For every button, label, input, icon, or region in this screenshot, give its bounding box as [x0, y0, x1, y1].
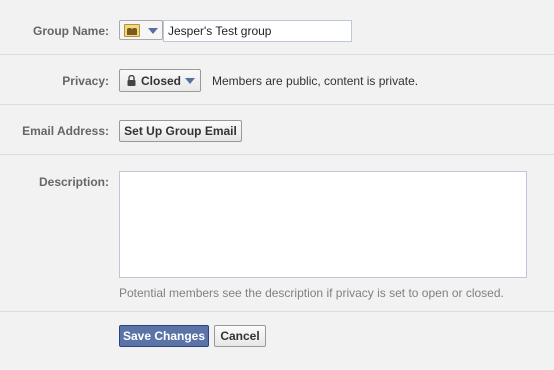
dropdown-caret-icon — [185, 78, 195, 84]
description-textarea[interactable] — [119, 171, 527, 278]
cancel-button[interactable]: Cancel — [214, 325, 266, 347]
privacy-dropdown[interactable]: Closed — [119, 69, 201, 92]
privacy-description: Members are public, content is private. — [212, 74, 419, 88]
description-label: Description: — [38, 175, 109, 189]
divider — [0, 154, 554, 155]
divider — [0, 104, 554, 105]
dropdown-caret-icon — [148, 28, 158, 34]
privacy-label: Privacy: — [62, 74, 109, 88]
lock-icon — [127, 75, 136, 86]
set-up-group-email-button[interactable]: Set Up Group Email — [119, 120, 242, 142]
group-icon-picker[interactable] — [119, 20, 163, 40]
description-help-text: Potential members see the description if… — [119, 286, 504, 300]
email-address-label: Email Address: — [22, 124, 109, 138]
divider — [0, 311, 554, 312]
group-name-input[interactable] — [163, 20, 352, 42]
privacy-selected: Closed — [141, 74, 182, 88]
divider — [0, 54, 554, 55]
group-icon — [124, 24, 140, 37]
save-changes-button[interactable]: Save Changes — [119, 325, 209, 347]
group-name-label: Group Name: — [32, 24, 109, 38]
